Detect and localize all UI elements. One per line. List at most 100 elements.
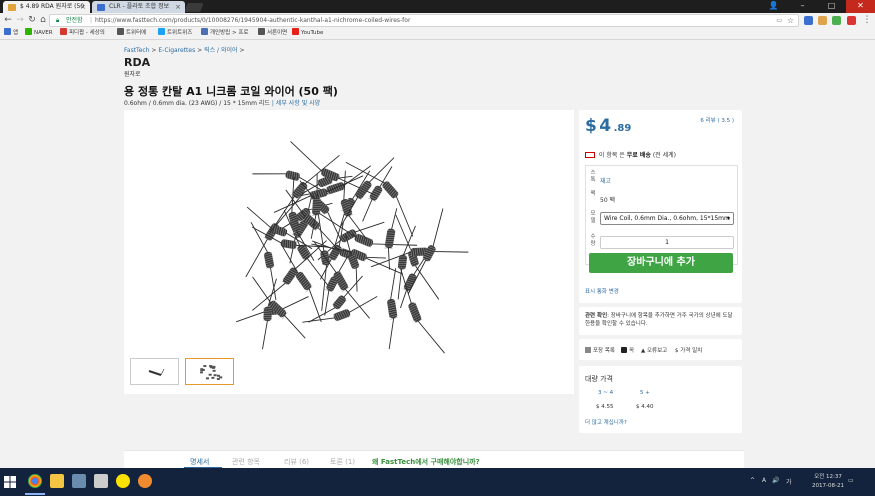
bookmark-blog[interactable]: 개인방립 > 프로	[201, 28, 248, 39]
breadcrumb-item[interactable]: FastTech	[124, 47, 150, 54]
reload-button[interactable]: ↻	[27, 15, 37, 26]
app-taskbar-icon[interactable]	[72, 474, 86, 488]
share-icon	[621, 347, 627, 353]
model-select[interactable]: Wire Coil, 0.6mm Dia., 0.6ohm, 15*15mm ▾	[600, 212, 734, 225]
minimize-button[interactable]: –	[788, 0, 817, 13]
bookmarks-bar: 앱 NAVER 피디팝 - 세상의 트위터에 트위트위즈 개인방립 > 프로 서…	[0, 28, 875, 40]
security-label: 안전함	[66, 17, 83, 24]
price: $ 4 .89	[585, 116, 632, 136]
bookmark-icon	[60, 28, 67, 35]
menu-icon[interactable]: ⋮	[862, 15, 872, 26]
option-label: 팩	[590, 191, 596, 197]
bookmark-icon	[201, 28, 208, 35]
bookmark-thirty[interactable]: 서른이면	[258, 28, 287, 39]
bookmark-apps[interactable]: 앱	[4, 28, 18, 39]
change-currency-link[interactable]: 표시 통화 변경	[585, 287, 619, 295]
browser-tab-active[interactable]: $ 4.89 RDA 원자로 (50 ×	[3, 1, 90, 13]
report-error-link[interactable]: ▲ 오류보고	[641, 346, 667, 354]
bulk-pricing-card: 대량 가격 3 ~ 4 5 + $ 4.55 $ 4.40 더 많고 계십니까?	[579, 366, 742, 433]
option-label: 스톡	[590, 170, 596, 183]
tab-favicon-icon	[97, 4, 105, 11]
spec-details-link[interactable]: | 세부 사항 및 사양	[272, 100, 320, 107]
tab-why-fasttech[interactable]: 왜 FastTech에서 구매해야합니까?	[372, 457, 480, 467]
packing-list-link[interactable]: 포장 목록	[585, 346, 615, 354]
quantity-input[interactable]: 1	[600, 236, 734, 249]
extension-icon[interactable]	[847, 16, 856, 25]
app-taskbar-icon[interactable]	[138, 474, 152, 488]
product-spec: 0.6ohm / 0.6mm dia. (23 AWG) / 15 * 15mm…	[124, 100, 321, 107]
bulk-price: $ 4.55	[596, 404, 614, 410]
app-taskbar-icon[interactable]	[94, 474, 108, 488]
more-quantity-link[interactable]: 더 많고 계십니까?	[585, 418, 627, 426]
share-link[interactable]: 꼭	[621, 346, 634, 354]
bookmark-pdpop[interactable]: 피디팝 - 세상의	[60, 28, 105, 39]
tab-close-icon[interactable]: ×	[175, 1, 181, 13]
tab-discussion[interactable]: 토론 (1)	[330, 457, 355, 467]
bookmark-twitter[interactable]: 트위터에	[117, 28, 146, 39]
cast-icon[interactable]: ▭	[776, 15, 782, 26]
dropdown-arrow-icon: ▾	[726, 215, 730, 222]
url-text[interactable]: https://www.fasttech.com/products/0/1000…	[95, 15, 410, 26]
package-icon	[585, 347, 591, 353]
breadcrumb-item[interactable]: E-Cigarettes	[158, 47, 195, 54]
breadcrumb-item[interactable]: 릭스 / 와이어	[204, 47, 237, 54]
bulk-pricing-heading: 대량 가격	[585, 375, 613, 383]
bookmark-twitwiz[interactable]: 트위트위즈	[158, 28, 192, 39]
close-window-button[interactable]: ✕	[846, 0, 875, 13]
address-bar-row: ← → ↻ ⌂ 🔒︎ 안전함 | https://www.fasttech.co…	[0, 13, 875, 28]
extension-icon[interactable]	[804, 16, 813, 25]
bookmark-star-icon[interactable]: ☆	[787, 15, 794, 26]
kakaotalk-icon[interactable]	[116, 474, 130, 488]
maximize-button[interactable]: □	[817, 0, 846, 13]
add-to-cart-button[interactable]: 장바구니에 추가	[589, 253, 733, 273]
product-title: 용 정통 칸탈 A1 니크롬 코일 와이어 (50 팩)	[124, 85, 338, 98]
tab-specification[interactable]: 명세서	[190, 457, 209, 467]
bookmark-youtube[interactable]: YouTube	[292, 28, 323, 39]
option-label: 수량	[590, 234, 596, 247]
file-explorer-icon[interactable]	[50, 474, 64, 488]
apps-icon	[4, 28, 11, 35]
stock-value: 재고	[600, 178, 612, 185]
product-image-panel	[124, 110, 574, 394]
tab-reviews[interactable]: 리뷰 (6)	[284, 457, 309, 467]
tab-title: CLR - 플라토 조합 정보	[109, 3, 170, 10]
extension-icon[interactable]	[818, 16, 827, 25]
price-match-link[interactable]: $ 가격 일치	[675, 346, 702, 354]
bulk-tier: 5 +	[640, 390, 650, 396]
social-card: 포장 목록 꼭 ▲ 오류보고 $ 가격 일치	[579, 339, 742, 360]
coil-wires-image[interactable]	[124, 110, 574, 394]
tab-related[interactable]: 관련 항목	[232, 457, 260, 467]
notification-icon[interactable]: ▭	[848, 477, 854, 484]
chrome-taskbar-icon[interactable]	[28, 474, 42, 488]
home-button[interactable]: ⌂	[38, 15, 48, 26]
bookmark-naver[interactable]: NAVER	[25, 28, 53, 39]
tab-close-icon[interactable]: ×	[80, 1, 86, 13]
bookmark-icon	[258, 28, 265, 35]
reviews-link[interactable]: 6 리뷰 ( 3.5 )	[700, 116, 734, 124]
clock[interactable]: 오전 12:37 2017-08-21	[812, 473, 844, 491]
profile-icon[interactable]: 👤	[759, 0, 788, 13]
fasttech-favicon-icon	[8, 4, 16, 11]
forward-button[interactable]: →	[15, 15, 25, 26]
purchase-card: $ 4 .89 6 리뷰 ( 3.5 ) 이 항목 은 무료 배송 (전 세계)…	[579, 110, 742, 303]
divider: |	[90, 17, 93, 24]
thumbnail-2[interactable]	[185, 358, 234, 385]
bookmark-icon	[158, 28, 165, 35]
extension-icon[interactable]	[832, 16, 841, 25]
windows-start-icon[interactable]	[4, 476, 16, 488]
lock-icon: 🔒︎	[56, 17, 60, 24]
bulk-price: $ 4.40	[636, 404, 654, 410]
tray-lang[interactable]: A	[762, 477, 766, 484]
tray-arrow-icon[interactable]: ^	[750, 477, 755, 484]
bulk-tier: 3 ~ 4	[598, 390, 614, 396]
back-button[interactable]: ←	[3, 15, 13, 26]
active-indicator	[25, 493, 45, 495]
omnibox[interactable]: 🔒︎ 안전함 | https://www.fasttech.com/produc…	[49, 14, 799, 27]
page-content: FastTech > E-Cigarettes > 릭스 / 와이어 > RDA…	[0, 40, 875, 469]
volume-icon[interactable]: 🔊	[772, 477, 779, 484]
browser-tab[interactable]: CLR - 플라토 조합 정보 ×	[92, 1, 185, 13]
options-box: 스톡 재고 팩 50 팩 모델 Wire Coil, 0.6mm Dia., 0…	[585, 165, 738, 265]
new-tab-button[interactable]	[184, 3, 204, 12]
ime-indicator[interactable]: 가	[786, 477, 792, 486]
thumbnail-1[interactable]	[130, 358, 179, 385]
